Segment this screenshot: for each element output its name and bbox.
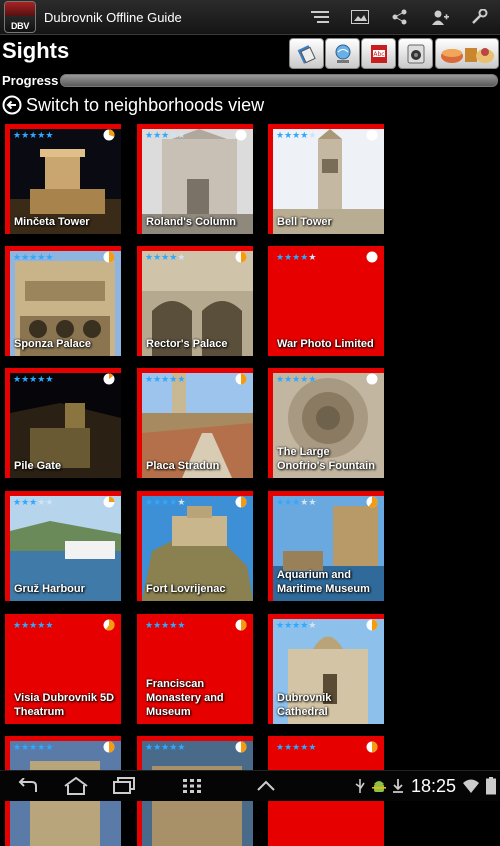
rating-stars: ★★★★★ — [13, 497, 54, 507]
sight-name: Fort Lovrijenac — [146, 583, 226, 595]
rating-stars: ★★★★★ — [13, 130, 54, 140]
sight-tile[interactable]: ★★★★★ Visia Dubrovnik 5D Theatrum — [5, 614, 121, 724]
rating-stars: ★★★★★ — [276, 497, 317, 507]
distance-pie-icon — [103, 251, 115, 263]
sight-name: Placa Stradun — [146, 460, 220, 472]
sight-tile[interactable]: ★★★★★ Minčeta Tower — [5, 124, 121, 234]
status-area[interactable]: 18:25 — [353, 771, 496, 801]
sight-tile[interactable]: ★★★★★ Gruž Harbour — [5, 491, 121, 601]
sight-tile[interactable]: ★★★★★ Fort Lovrijenac — [137, 491, 253, 601]
sight-tile[interactable]: ★★★★★ Aquarium and Maritime Museum — [268, 491, 384, 601]
sight-tile[interactable]: ★★★★★ Bell Tower — [268, 124, 384, 234]
rating-stars: ★★★★★ — [145, 252, 186, 262]
rating-stars: ★★★★★ — [13, 620, 54, 630]
distance-pie-icon — [235, 619, 247, 631]
rating-stars: ★★★★★ — [276, 742, 317, 752]
distance-pie-icon — [366, 373, 378, 385]
rating-stars: ★★★★★ — [145, 374, 186, 384]
rating-stars: ★★★★★ — [13, 742, 54, 752]
system-nav-bar: 18:25 — [0, 770, 500, 801]
sight-name: Roland's Column — [146, 216, 237, 228]
rating-stars: ★★★★★ — [145, 130, 186, 140]
distance-pie-icon — [103, 373, 115, 385]
distance-pie-icon — [235, 496, 247, 508]
rating-stars: ★★★★★ — [276, 620, 317, 630]
sights-grid: ★★★★★ Minčeta Tower ★★★★★ Roland's Column ★★… — [0, 0, 500, 846]
clock: 18:25 — [410, 775, 456, 796]
distance-pie-icon — [103, 496, 115, 508]
distance-pie-icon — [103, 129, 115, 141]
distance-pie-icon — [235, 129, 247, 141]
rating-stars: ★★★★★ — [145, 497, 186, 507]
back-button[interactable] — [4, 771, 52, 801]
rating-stars: ★★★★★ — [276, 130, 317, 140]
sight-name: War Photo Limited — [277, 338, 374, 350]
rating-stars: ★★★★★ — [145, 742, 186, 752]
distance-pie-icon — [366, 496, 378, 508]
sight-tile[interactable]: ★★★★★ Placa Stradun — [137, 368, 253, 478]
sight-name: Sponza Palace — [14, 338, 92, 350]
sight-tile[interactable]: ★★★★★ War Photo Limited — [268, 246, 384, 356]
distance-pie-icon — [235, 373, 247, 385]
home-icon — [64, 777, 88, 795]
home-button[interactable] — [52, 771, 100, 801]
distance-pie-icon — [366, 129, 378, 141]
apps-grid-button[interactable] — [168, 771, 216, 801]
sight-name: The Large Onofrio's Fountain — [277, 446, 375, 472]
apps-grid-icon — [183, 779, 201, 793]
battery-icon — [486, 777, 496, 795]
distance-pie-icon — [103, 741, 115, 753]
distance-pie-icon — [235, 251, 247, 263]
sight-tile[interactable]: ★★★★★ Rector's Palace — [137, 246, 253, 356]
sight-name: Gruž Harbour — [14, 583, 85, 595]
sight-name: Rector's Palace — [146, 338, 228, 350]
distance-pie-icon — [235, 741, 247, 753]
rating-stars: ★★★★★ — [276, 252, 317, 262]
sight-tile[interactable]: ★★★★★ Dubrovnik Cathedral — [268, 614, 384, 724]
recent-apps-button[interactable] — [100, 771, 148, 801]
wifi-icon — [463, 779, 479, 793]
recent-apps-icon — [113, 777, 135, 794]
distance-pie-icon — [366, 251, 378, 263]
sight-name: Visia Dubrovnik 5D Theatrum — [14, 692, 115, 718]
sight-tile[interactable]: ★★★★★ Pile Gate — [5, 368, 121, 478]
sight-name: Pile Gate — [14, 460, 62, 472]
sight-name: Minčeta Tower — [14, 216, 90, 228]
usb-icon — [355, 779, 365, 793]
android-debug-icon — [371, 781, 386, 792]
rating-stars: ★★★★★ — [276, 374, 317, 384]
sight-tile[interactable]: ★★★★★ The Large Onofrio's Fountain — [268, 368, 384, 478]
sight-name: Franciscan Monastery and Museum — [146, 678, 224, 718]
sight-tile[interactable]: ★★★★★ Roland's Column — [137, 124, 253, 234]
distance-pie-icon — [366, 619, 378, 631]
up-arrow-button[interactable] — [242, 771, 290, 801]
rating-stars: ★★★★★ — [13, 374, 54, 384]
back-icon — [18, 778, 37, 792]
distance-pie-icon — [366, 741, 378, 753]
sight-name: Dubrovnik Cathedral — [277, 692, 332, 718]
up-arrow-icon — [257, 780, 275, 791]
download-icon — [392, 779, 403, 793]
rating-stars: ★★★★★ — [13, 252, 54, 262]
sight-tile[interactable]: ★★★★★ Franciscan Monastery and Museum — [137, 614, 253, 724]
rating-stars: ★★★★★ — [145, 620, 186, 630]
sight-name: Bell Tower — [277, 216, 332, 228]
distance-pie-icon — [103, 619, 115, 631]
sight-name: Aquarium and Maritime Museum — [277, 569, 370, 595]
sight-tile[interactable]: ★★★★★ Sponza Palace — [5, 246, 121, 356]
